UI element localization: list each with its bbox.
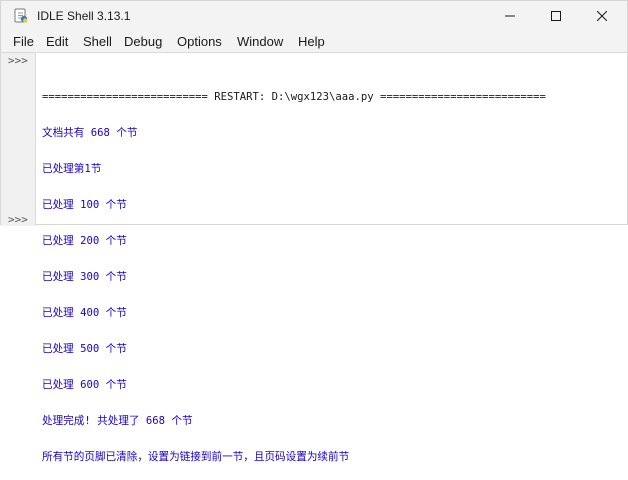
output-line: 已处理 200 个节 xyxy=(42,235,127,247)
minimize-button[interactable] xyxy=(487,1,533,31)
output-line: 处理完成! 共处理了 668 个节 xyxy=(42,415,193,427)
output-line: 已处理 100 个节 xyxy=(42,199,127,211)
maximize-button[interactable] xyxy=(533,1,579,31)
output-line: 已处理 600 个节 xyxy=(42,379,127,391)
menu-help[interactable]: Help xyxy=(298,33,325,50)
output-line: 已处理 300 个节 xyxy=(42,271,127,283)
menu-window[interactable]: Window xyxy=(237,33,283,50)
shell-prompt: >>> xyxy=(8,54,28,67)
idle-shell-window: IDLE Shell 3.13.1 File Edit Shell Debug … xyxy=(0,0,628,463)
output-line: 已处理 500 个节 xyxy=(42,343,127,355)
output-line: 文档共有 668 个节 xyxy=(42,127,138,139)
window-title: IDLE Shell 3.13.1 xyxy=(37,9,131,23)
prompt-gutter: >>> >>> xyxy=(1,53,36,226)
menu-debug[interactable]: Debug xyxy=(124,33,162,50)
output-line: 已处理 400 个节 xyxy=(42,307,127,319)
shell-prompt-next: >>> xyxy=(8,213,28,226)
close-icon xyxy=(597,11,607,21)
menu-shell[interactable]: Shell xyxy=(83,33,112,50)
close-button[interactable] xyxy=(579,1,625,31)
minimize-icon xyxy=(505,15,515,17)
menu-edit[interactable]: Edit xyxy=(46,33,68,50)
idle-python-icon xyxy=(13,8,29,24)
title-bar[interactable]: IDLE Shell 3.13.1 xyxy=(1,1,627,31)
output-line: 已处理第1节 xyxy=(42,163,102,175)
restart-line: ========================== RESTART: D:\w… xyxy=(42,91,546,103)
menu-file[interactable]: File xyxy=(13,33,34,50)
shell-output[interactable]: ========================== RESTART: D:\w… xyxy=(42,67,622,480)
output-line: 所有节的页脚已清除，设置为链接到前一节，且页码设置为续前节 xyxy=(42,451,350,463)
maximize-icon xyxy=(551,11,561,21)
menu-options[interactable]: Options xyxy=(177,33,222,50)
menu-bar: File Edit Shell Debug Options Window Hel… xyxy=(1,31,627,53)
